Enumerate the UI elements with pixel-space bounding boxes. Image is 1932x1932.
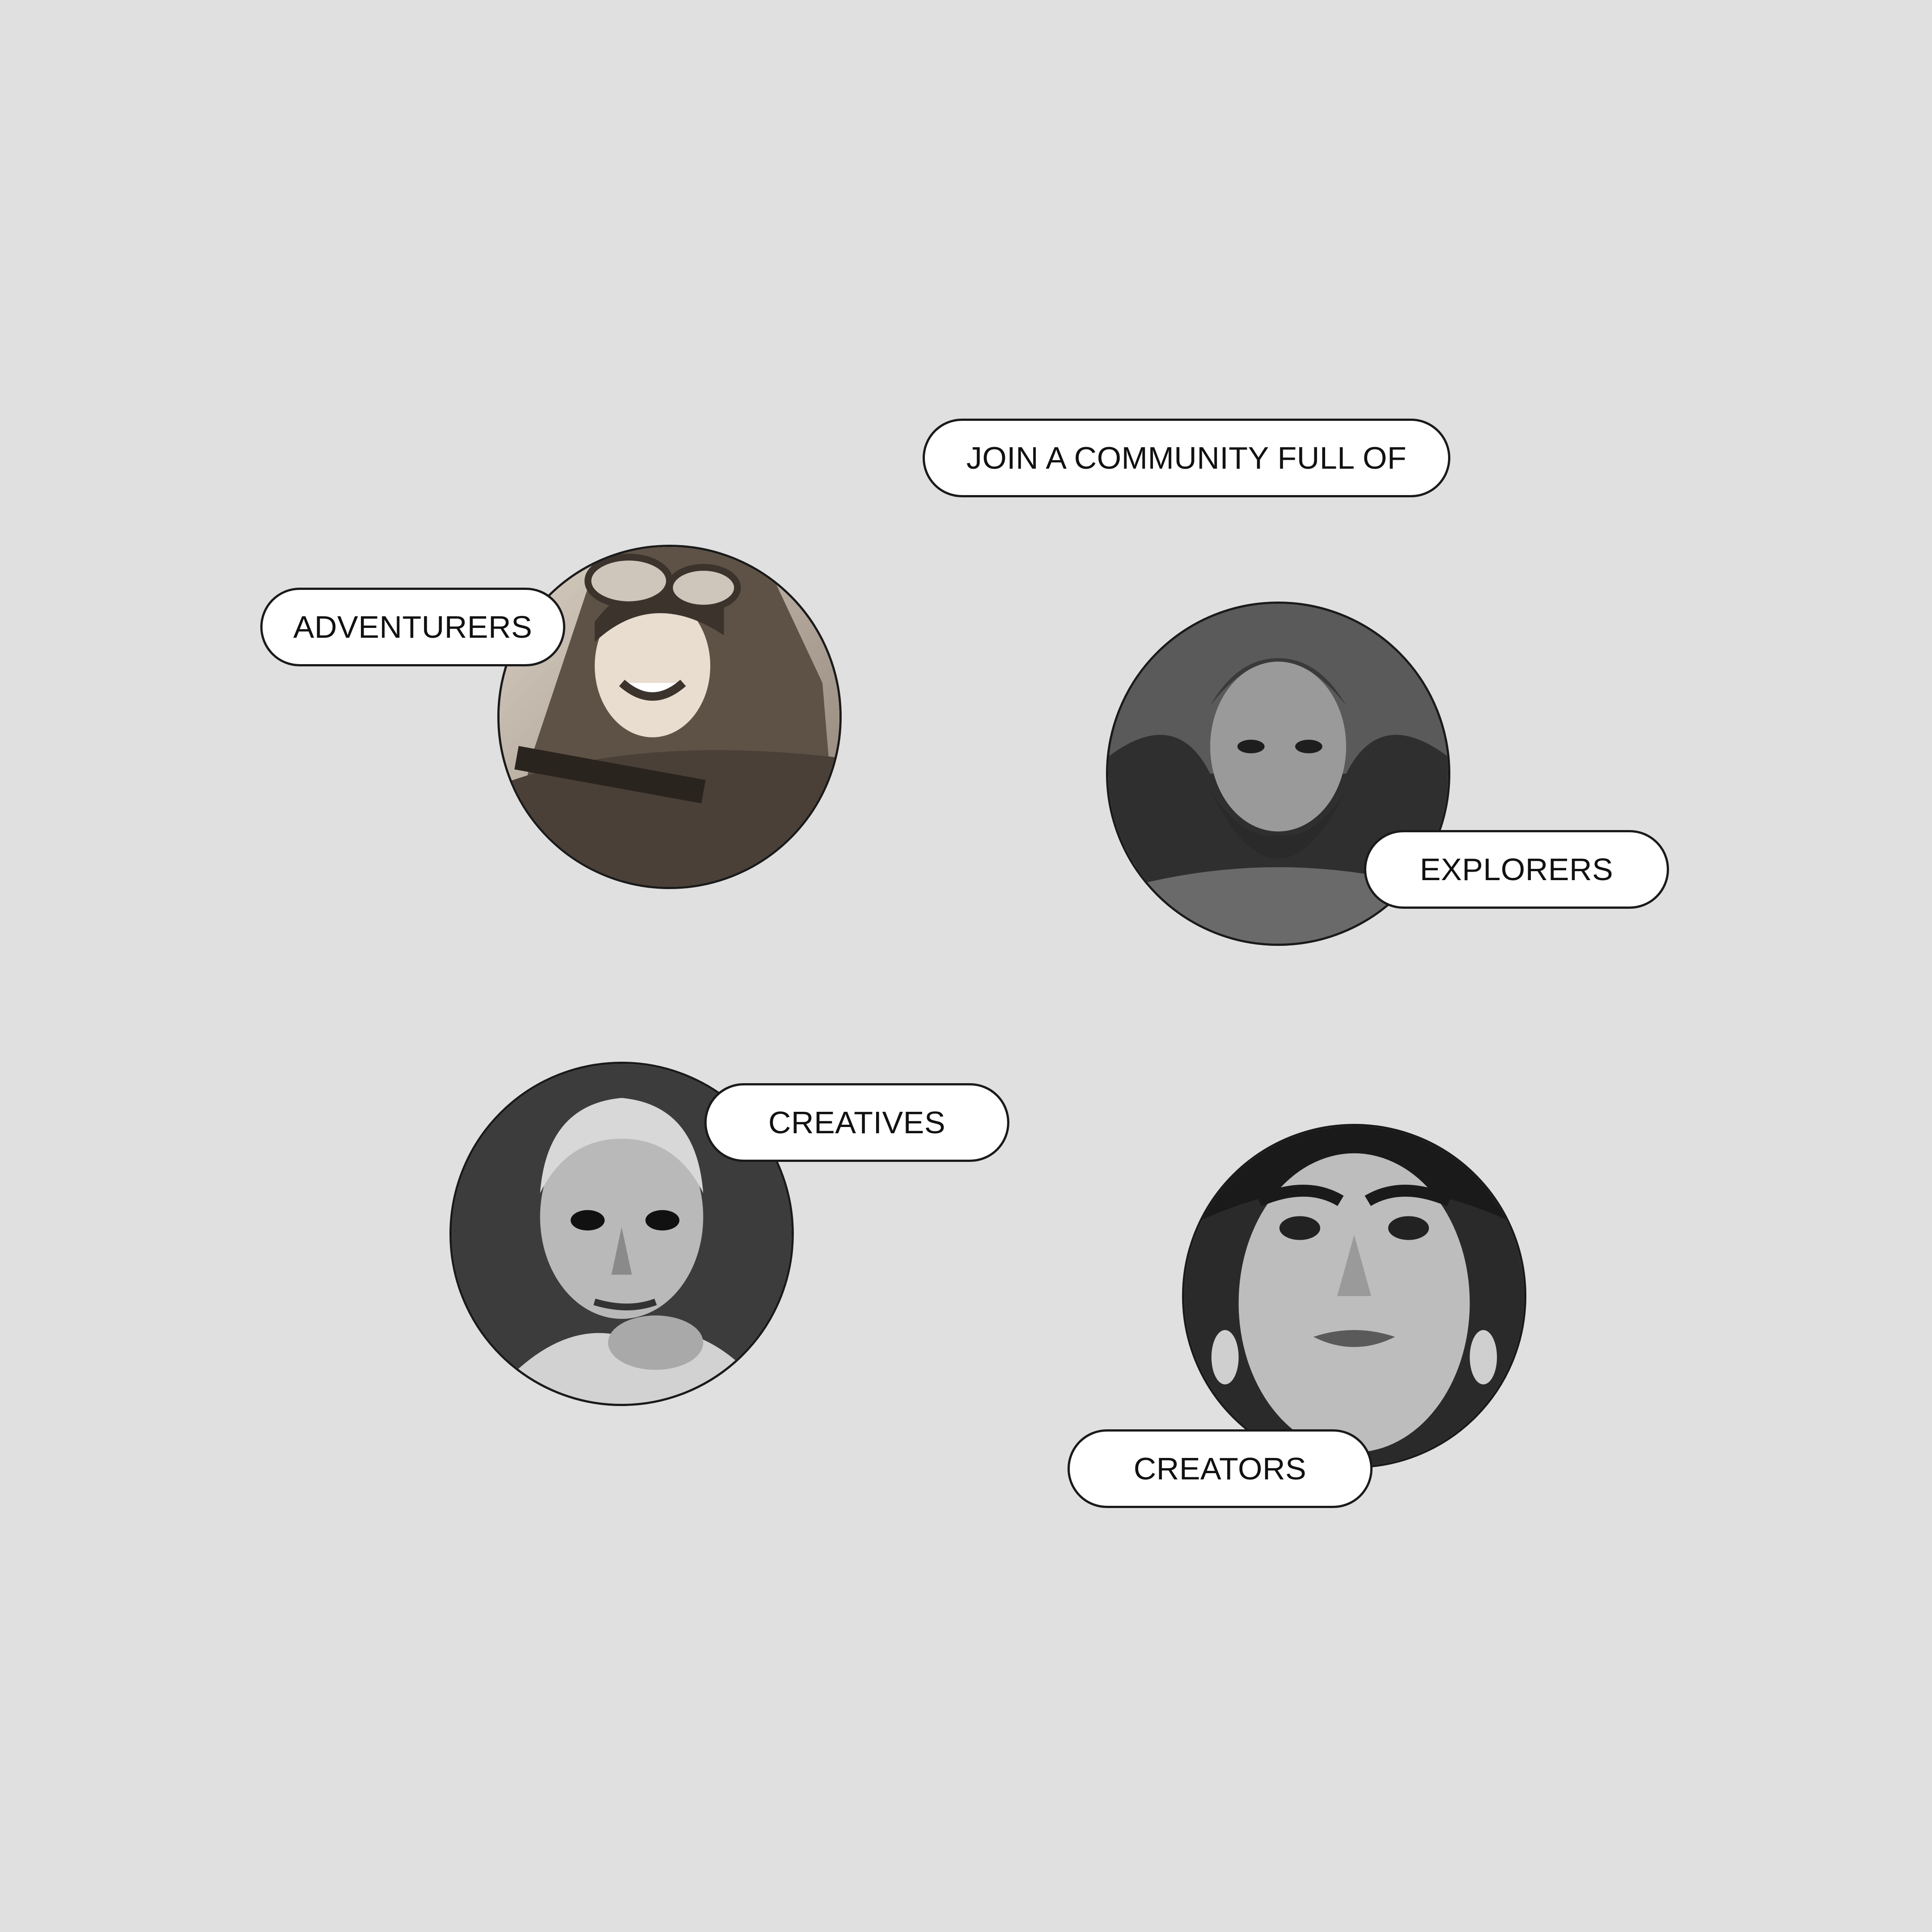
category-label: ADVENTURERS xyxy=(293,610,533,644)
category-pill-adventurers[interactable]: ADVENTURERS xyxy=(260,588,565,666)
headline-pill: JOIN A COMMUNITY FULL OF xyxy=(923,419,1450,497)
category-label: CREATORS xyxy=(1133,1451,1307,1486)
category-pill-explorers[interactable]: EXPLORERS xyxy=(1364,830,1669,909)
community-canvas: JOIN A COMMUNITY FULL OF ADVENTURERS EXP… xyxy=(0,0,1932,1932)
headline-text: JOIN A COMMUNITY FULL OF xyxy=(966,441,1407,475)
woman-portrait-icon xyxy=(1182,1124,1526,1468)
category-label: CREATIVES xyxy=(768,1105,946,1140)
category-pill-creators[interactable]: CREATORS xyxy=(1068,1429,1373,1508)
category-pill-creatives[interactable]: CREATIVES xyxy=(704,1083,1009,1162)
category-label: EXPLORERS xyxy=(1419,852,1614,887)
